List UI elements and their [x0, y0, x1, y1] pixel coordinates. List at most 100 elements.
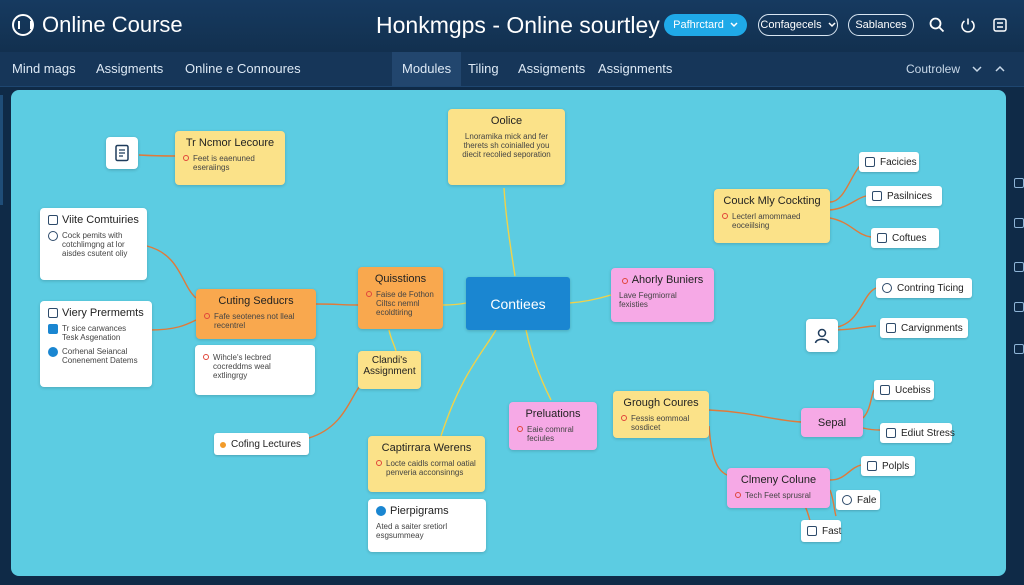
- node-pierpigrams[interactable]: Pierpigrams Ated a saiter sretiorl esgsu…: [368, 499, 486, 552]
- user-icon[interactable]: [806, 319, 838, 352]
- node-couck[interactable]: Couck Mly Cockting Lecterl amommaed eoce…: [714, 189, 830, 243]
- node-police[interactable]: Oolice Lnoramika mick and fer therets sh…: [448, 109, 565, 185]
- bullet-icon: [183, 155, 189, 161]
- node-content-title: Contiees: [490, 295, 546, 312]
- bullet-icon: [204, 313, 210, 319]
- node-sepal[interactable]: Sepal: [801, 408, 863, 437]
- node-ahorly-title: Ahorly Buniers: [631, 274, 704, 286]
- node-lecture-title: Tr Ncmor Lecoure: [185, 137, 275, 149]
- bullet-icon: [621, 277, 628, 284]
- bullet-icon: [517, 426, 523, 432]
- leaf-pasilnices[interactable]: Pasilnices: [866, 186, 942, 206]
- node-ahorly[interactable]: Ahorly Buniers Lave Fegmiorral fexisties: [611, 268, 714, 322]
- refresh-icon: [48, 347, 58, 357]
- node-very-row2: Corhenal Seiancal Conenement Datems: [62, 347, 138, 365]
- leaf-facicies[interactable]: Facicies: [859, 152, 919, 172]
- leaf-ediut-stress[interactable]: Ediut Stress: [880, 423, 955, 443]
- node-white-lecture[interactable]: Wihcle's lecbred cocreddms weal extlingr…: [195, 345, 315, 395]
- config-dropdown-label: Confagecels: [760, 19, 822, 31]
- node-very-title: Viery Prermemts: [62, 307, 144, 319]
- leaf-polpls[interactable]: Polpls: [861, 456, 915, 476]
- leaf-ucebiss[interactable]: Ucebiss: [874, 380, 934, 400]
- node-cutting[interactable]: Cuting Seducrs Fafe seotenes not lleal r…: [196, 289, 316, 339]
- nav-mind-maps[interactable]: Mind mags: [12, 52, 76, 86]
- balances-button[interactable]: Sablances: [848, 14, 914, 36]
- node-questions-title: Quisstions: [374, 273, 427, 285]
- node-lecture[interactable]: Tr Ncmor Lecoure Feet is eaenuned eserai…: [175, 131, 285, 185]
- nav-tiling[interactable]: Tiling: [468, 52, 499, 86]
- node-cutting-title: Cuting Seducrs: [218, 295, 294, 307]
- nav-modules[interactable]: Modules: [392, 52, 462, 86]
- page-title: Honkmgps - Online sourtley: [376, 12, 660, 38]
- node-grough-text: Fessis eommoal sosdicet: [631, 414, 690, 432]
- node-capt-text: Locte caidls cormal oatial penveria acco…: [386, 459, 476, 477]
- leaf-fale[interactable]: Fale: [836, 490, 880, 510]
- node-clandis-title: Clandi's Assignment: [363, 355, 416, 377]
- node-very[interactable]: Viery Prermemts Tr sice carwances Tesk A…: [40, 301, 152, 387]
- node-cutting-text: Fafe seotenes not lleal recentrel: [214, 312, 295, 330]
- nav-bar: Mind mags Assigments Online e Connoures …: [0, 52, 1024, 87]
- list-icon: [48, 308, 58, 318]
- leaf-fast[interactable]: Fast: [801, 520, 841, 542]
- nav-online-connoures[interactable]: Online e Connoures: [185, 52, 301, 86]
- link-icon: [842, 495, 852, 505]
- leaf-carvignments[interactable]: Carvignments: [880, 318, 968, 338]
- document-icon[interactable]: [106, 137, 138, 169]
- bullet-icon: [735, 492, 741, 498]
- node-lecture-text: Feet is eaenuned eseraiings: [193, 154, 255, 172]
- tool-link-icon[interactable]: [1014, 302, 1024, 312]
- leaf-coftues[interactable]: Coftues: [871, 228, 939, 248]
- tool-expand-icon[interactable]: [1014, 178, 1024, 188]
- leaf-carvi-label: Carvignments: [901, 322, 963, 334]
- node-video[interactable]: Viite Comtuiries Cock pemits with cotchl…: [40, 208, 147, 280]
- left-scroll-indicator[interactable]: [0, 95, 3, 205]
- chevron-down-icon: [828, 22, 836, 28]
- edit-icon: [807, 526, 817, 536]
- node-content-center[interactable]: Contiees: [466, 277, 570, 330]
- mind-map-canvas[interactable]: Tr Ncmor Lecoure Feet is eaenuned eserai…: [11, 90, 1006, 576]
- node-climeny-text: Tech Feet sprusral: [745, 491, 811, 500]
- node-prel-title: Preluations: [525, 408, 581, 420]
- nav-assignments[interactable]: Assigments: [96, 52, 163, 86]
- power-icon[interactable]: [958, 15, 978, 35]
- bullet-icon: [722, 213, 728, 219]
- tool-layer-icon[interactable]: [1014, 262, 1024, 272]
- node-questions-text: Faise de Fothon Ciltsc nemnl ecoldtiring: [376, 290, 434, 317]
- nav-assignments-3[interactable]: Assignments: [598, 52, 672, 86]
- chevron-down-icon: [730, 22, 738, 28]
- chevron-down-icon[interactable]: [972, 52, 982, 86]
- node-clandis[interactable]: Clandi's Assignment: [358, 351, 421, 389]
- node-cofing-lectures[interactable]: Cofing Lectures: [214, 433, 309, 455]
- node-grough[interactable]: Grough Coures Fessis eommoal sosdicet: [613, 391, 709, 438]
- node-captirrara[interactable]: Captirrara Werens Locte caidls cormal oa…: [368, 436, 485, 492]
- leaf-facicies-label: Facicies: [880, 156, 917, 168]
- app-title: Online Course: [42, 12, 183, 37]
- chevron-up-icon[interactable]: [995, 52, 1005, 86]
- leaf-ucebiss-label: Ucebiss: [895, 384, 931, 396]
- leaf-contring-ticing[interactable]: Contring Ticing: [876, 278, 972, 298]
- logo[interactable]: Online Course: [12, 12, 183, 38]
- primary-dropdown-button[interactable]: Pafhrctard: [664, 14, 747, 36]
- node-preluations[interactable]: Preluations Eaie comnral feciules: [509, 402, 597, 450]
- tool-zoom-icon[interactable]: [1014, 344, 1024, 354]
- search-icon[interactable]: [927, 15, 947, 35]
- balances-label: Sablances: [855, 19, 907, 31]
- people-icon: [882, 283, 892, 293]
- leaf-coftues-label: Coftues: [892, 232, 927, 244]
- node-climeny[interactable]: Clmeny Colune Tech Feet sprusral: [727, 468, 830, 508]
- folder-icon: [865, 157, 875, 167]
- leaf-contring-label: Contring Ticing: [897, 282, 964, 294]
- nav-assignments-2[interactable]: Assigments: [518, 52, 585, 86]
- controls-label[interactable]: Coutrolew: [906, 52, 960, 86]
- node-video-title: Viite Comtuiries: [62, 214, 139, 226]
- tool-grid-icon[interactable]: [1014, 218, 1024, 228]
- node-capt-title: Captirrara Werens: [381, 442, 472, 454]
- config-dropdown-button[interactable]: Confagecels: [758, 14, 838, 36]
- leaf-polpls-label: Polpls: [882, 460, 910, 472]
- clock-icon: [48, 231, 58, 241]
- settings-icon[interactable]: [990, 15, 1010, 35]
- check-icon: [376, 506, 386, 516]
- bullet-icon: [366, 291, 372, 297]
- chat-icon: [867, 461, 877, 471]
- node-questions[interactable]: Quisstions Faise de Fothon Ciltsc nemnl …: [358, 267, 443, 329]
